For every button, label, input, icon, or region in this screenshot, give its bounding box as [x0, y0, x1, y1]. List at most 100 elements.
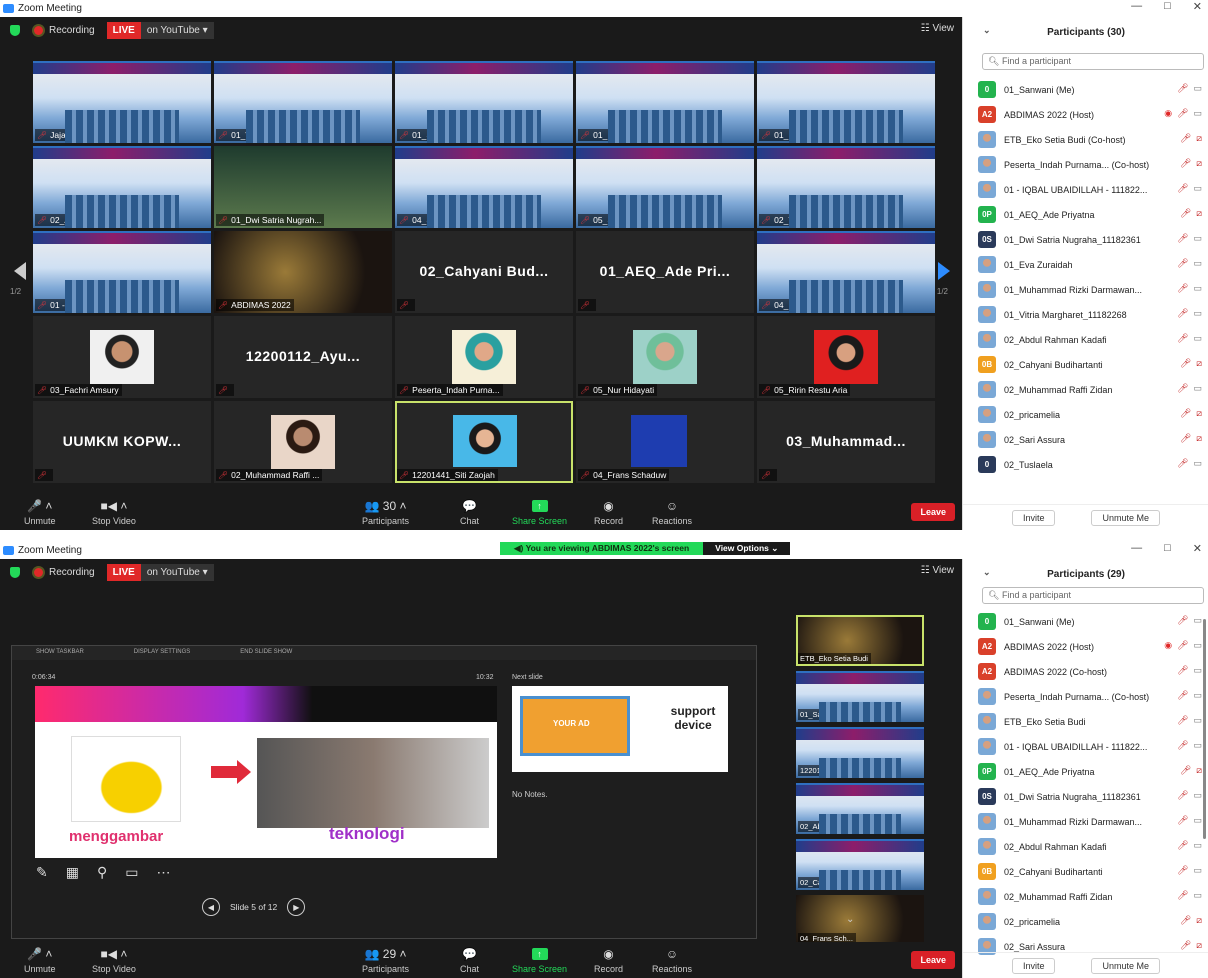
video-off-icon[interactable]: ⧄: [1196, 358, 1202, 369]
participant-row[interactable]: A2 ABDIMAS 2022 (Host) ◉ 🎤︎ ▭: [978, 634, 1206, 659]
participant-row[interactable]: 02_pricamelia 🎤︎ ⧄: [978, 402, 1206, 427]
muted-mic-icon[interactable]: 🎤︎: [1177, 108, 1188, 119]
video-on-icon[interactable]: ▭: [1193, 890, 1202, 901]
participant-row[interactable]: 02_Sari Assura 🎤︎ ⧄: [978, 427, 1206, 452]
participants-button[interactable]: 👥 30 ˄ Participants: [362, 499, 409, 526]
video-thumbnail[interactable]: ETB_Eko Setia Budi: [796, 615, 924, 666]
video-on-icon[interactable]: ▭: [1193, 233, 1202, 244]
video-on-icon[interactable]: ▭: [1193, 333, 1202, 344]
video-thumbnail[interactable]: 02_Abdul Rah...: [796, 783, 924, 834]
video-tile[interactable]: 🎤︎ 01 - IQBAL UBAIDILLA...: [33, 231, 211, 313]
muted-mic-icon[interactable]: 🎤︎: [1177, 333, 1188, 344]
video-on-icon[interactable]: ▭: [1193, 615, 1202, 626]
muted-mic-icon[interactable]: 🎤︎: [1177, 740, 1188, 751]
participants-button[interactable]: 👥 29 ˄ Participants: [362, 947, 409, 974]
muted-mic-icon[interactable]: 🎤︎: [1180, 940, 1191, 951]
participant-row[interactable]: ETB_Eko Setia Budi 🎤︎ ▭: [978, 709, 1206, 734]
video-off-icon[interactable]: ⧄: [1196, 133, 1202, 144]
muted-mic-icon[interactable]: 🎤︎: [1177, 615, 1188, 626]
participant-row[interactable]: 0 01_Sanwani (Me) 🎤︎ ▭: [978, 77, 1206, 102]
muted-mic-icon[interactable]: 🎤︎: [1177, 383, 1188, 394]
video-on-icon[interactable]: ▭: [1193, 183, 1202, 194]
show-taskbar-button[interactable]: SHOW TASKBAR: [36, 649, 84, 657]
video-tile[interactable]: 🎤︎ 04_Sunarti: [395, 146, 573, 228]
record-button[interactable]: ◉ Record: [594, 499, 623, 526]
view-button[interactable]: ☷ View: [921, 565, 954, 576]
unmute-me-button[interactable]: Unmute Me: [1091, 957, 1161, 974]
video-tile[interactable]: 🎤︎ 01_Vitria Margharet...: [214, 61, 392, 143]
participant-row[interactable]: 0P 01_AEQ_Ade Priyatna 🎤︎ ⧄: [978, 202, 1206, 227]
security-shield-icon[interactable]: [10, 24, 20, 36]
screen-icon[interactable]: ▭: [125, 864, 138, 881]
muted-mic-icon[interactable]: 🎤︎: [1177, 840, 1188, 851]
view-options-button[interactable]: View Options ⌄: [703, 542, 791, 555]
participant-row[interactable]: Peserta_Indah Purnama... (Co-host) 🎤︎ ▭: [978, 684, 1206, 709]
next-page-arrow-icon[interactable]: [938, 262, 950, 280]
muted-mic-icon[interactable]: 🎤︎: [1177, 865, 1188, 876]
video-tile[interactable]: 01_AEQ_Ade Pri... 🎤︎: [576, 231, 754, 313]
video-tile[interactable]: 🎤︎ 01_Sanwani: [395, 61, 573, 143]
video-tile[interactable]: 12200112_Ayu... 🎤︎: [214, 316, 392, 398]
video-on-icon[interactable]: ▭: [1193, 715, 1202, 726]
stop-video-button[interactable]: ■◀ ˄ Stop Video: [92, 947, 136, 974]
video-on-icon[interactable]: ▭: [1193, 840, 1202, 851]
close-icon[interactable]: ✕: [1193, 542, 1202, 555]
participant-row[interactable]: 02_Muhammad Raffi Zidan 🎤︎ ▭: [978, 377, 1206, 402]
previous-slide-icon[interactable]: ◀: [202, 898, 220, 916]
muted-mic-icon[interactable]: 🎤︎: [1177, 890, 1188, 901]
video-on-icon[interactable]: ▭: [1193, 308, 1202, 319]
video-thumbnail[interactable]: 02_Cahyani B...: [796, 839, 924, 890]
video-tile[interactable]: 🎤︎ ABDIMAS 2022: [214, 231, 392, 313]
view-button[interactable]: ☷ View: [921, 23, 954, 34]
unmute-me-button[interactable]: Unmute Me: [1091, 509, 1161, 526]
collapse-chevron-icon[interactable]: ⌄: [983, 567, 991, 578]
participant-row[interactable]: 01_Vitria Margharet_11182268 🎤︎ ▭: [978, 302, 1206, 327]
video-thumbnail[interactable]: 04_Frans Sch...: [796, 895, 924, 946]
participant-row[interactable]: 02_Muhammad Raffi Zidan 🎤︎ ▭: [978, 884, 1206, 909]
video-tile[interactable]: 🎤︎ 03_Fachri Amsury: [33, 316, 211, 398]
video-tile[interactable]: 03_Muhammad... 🎤︎: [757, 401, 935, 483]
search-participant-input[interactable]: 🔍︎ Find a participant: [982, 587, 1204, 604]
reactions-button[interactable]: ☺ Reactions: [652, 499, 692, 526]
muted-mic-icon[interactable]: 🎤︎: [1177, 308, 1188, 319]
muted-mic-icon[interactable]: 🎤︎: [1177, 83, 1188, 94]
video-tile[interactable]: 🎤︎ 02_Abdul Rahman Ka...: [33, 146, 211, 228]
muted-mic-icon[interactable]: 🎤︎: [1180, 915, 1191, 926]
participant-row[interactable]: 02_pricamelia 🎤︎ ⧄: [978, 909, 1206, 934]
muted-mic-icon[interactable]: 🎤︎: [1180, 358, 1191, 369]
video-on-icon[interactable]: ▭: [1193, 283, 1202, 294]
minimize-icon[interactable]: —: [1131, 0, 1142, 13]
video-off-icon[interactable]: ⧄: [1196, 408, 1202, 419]
participant-row[interactable]: 01_Eva Zuraidah 🎤︎ ▭: [978, 252, 1206, 277]
muted-mic-icon[interactable]: 🎤︎: [1177, 715, 1188, 726]
youtube-dropdown[interactable]: on YouTube ▾: [140, 563, 214, 581]
unmute-button[interactable]: 🎤 ˄ Unmute: [24, 499, 56, 526]
muted-mic-icon[interactable]: 🎤︎: [1180, 765, 1191, 776]
leave-button[interactable]: Leave: [911, 503, 955, 521]
close-icon[interactable]: ✕: [1193, 0, 1202, 13]
muted-mic-icon[interactable]: 🎤︎: [1180, 158, 1191, 169]
muted-mic-icon[interactable]: 🎤︎: [1177, 458, 1188, 469]
video-off-icon[interactable]: ⧄: [1196, 433, 1202, 444]
participant-row[interactable]: 0P 01_AEQ_Ade Priyatna 🎤︎ ⧄: [978, 759, 1206, 784]
unmute-button[interactable]: 🎤 ˄ Unmute: [24, 947, 56, 974]
scroll-down-chevron-icon[interactable]: ⌄: [846, 914, 854, 925]
previous-page-arrow-icon[interactable]: [14, 262, 26, 280]
search-participant-input[interactable]: 🔍︎ Find a participant: [982, 53, 1204, 70]
video-tile[interactable]: 02_Cahyani Bud... 🎤︎: [395, 231, 573, 313]
video-tile[interactable]: 🎤︎ 01_Muhammad Rizki ...: [757, 61, 935, 143]
minimize-icon[interactable]: —: [1131, 542, 1142, 555]
video-off-icon[interactable]: ⧄: [1196, 765, 1202, 776]
participant-row[interactable]: 02_Abdul Rahman Kadafi 🎤︎ ▭: [978, 327, 1206, 352]
participant-row[interactable]: 02_Abdul Rahman Kadafi 🎤︎ ▭: [978, 834, 1206, 859]
video-on-icon[interactable]: ▭: [1193, 690, 1202, 701]
video-on-icon[interactable]: ▭: [1193, 865, 1202, 876]
video-tile[interactable]: UUMKM KOPW... 🎤︎: [33, 401, 211, 483]
participant-row[interactable]: 01 - IQBAL UBAIDILLAH - 111822... 🎤︎ ▭: [978, 734, 1206, 759]
youtube-dropdown[interactable]: on YouTube ▾: [140, 21, 214, 39]
video-on-icon[interactable]: ▭: [1193, 815, 1202, 826]
reactions-button[interactable]: ☺ Reactions: [652, 947, 692, 974]
leave-button[interactable]: Leave: [911, 951, 955, 969]
video-off-icon[interactable]: ⧄: [1196, 208, 1202, 219]
participant-list-scrollbar[interactable]: [1203, 619, 1206, 839]
